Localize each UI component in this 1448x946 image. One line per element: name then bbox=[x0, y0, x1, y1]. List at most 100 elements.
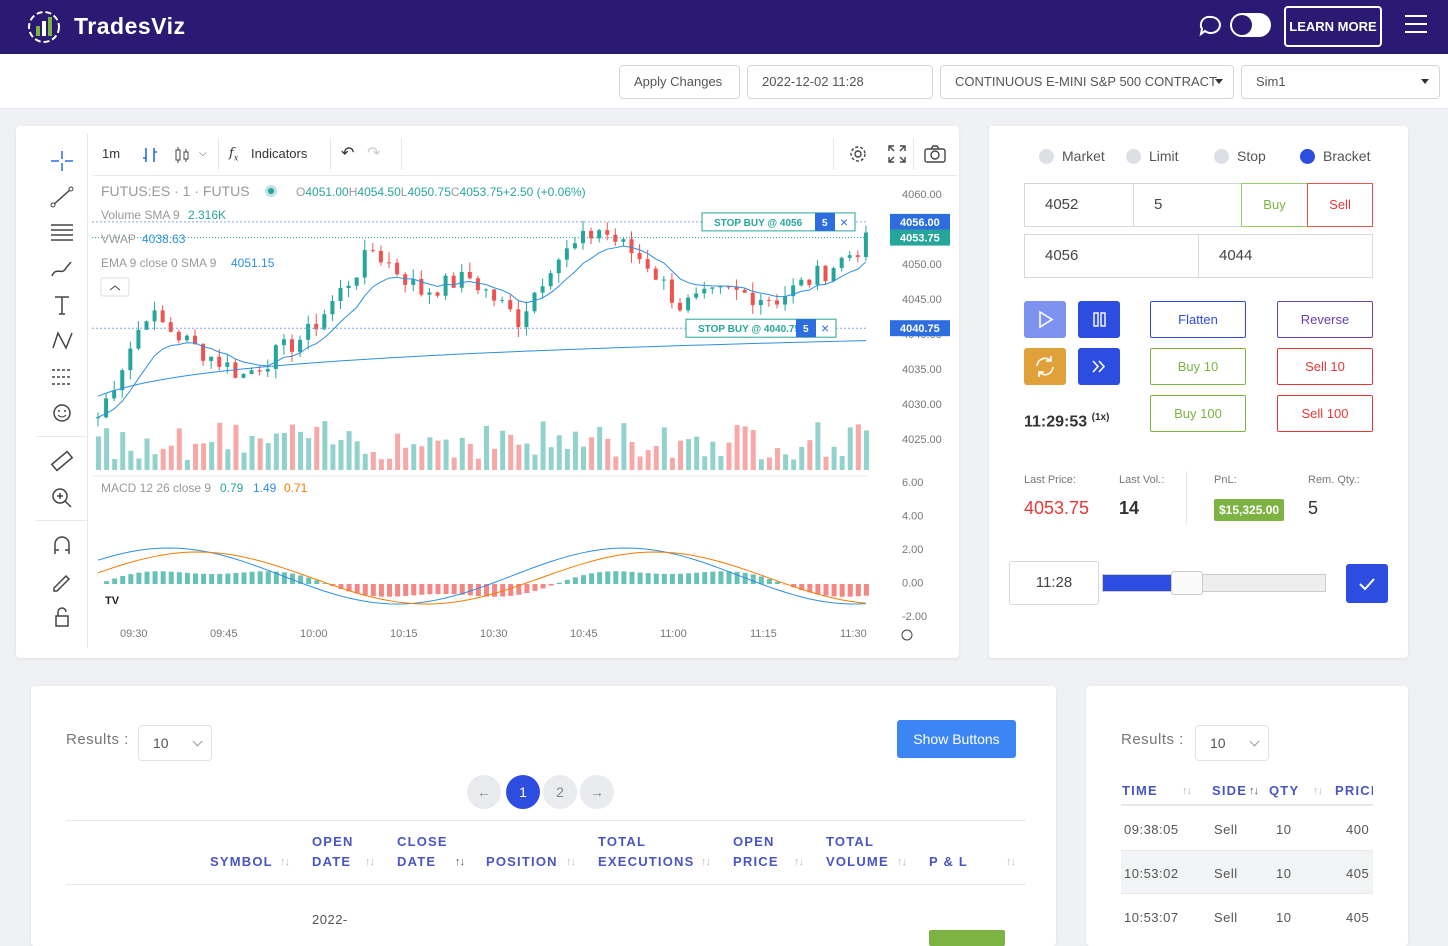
fib-retracement-icon[interactable] bbox=[48, 220, 76, 246]
next-page-button[interactable]: → bbox=[580, 775, 614, 809]
col-time[interactable]: TIME bbox=[1122, 781, 1158, 801]
contract-select[interactable]: CONTINUOUS E-MINI S&P 500 CONTRACT bbox=[940, 65, 1234, 99]
text-icon[interactable] bbox=[48, 292, 76, 318]
buy-100-button[interactable]: Buy 100 bbox=[1150, 395, 1246, 432]
ruler-icon[interactable] bbox=[48, 448, 76, 474]
prediction-icon[interactable] bbox=[48, 364, 76, 390]
lock-drawing-icon[interactable] bbox=[48, 568, 76, 594]
take-profit-input[interactable]: 4056 bbox=[1024, 234, 1199, 278]
sort-icon[interactable]: ↑↓ bbox=[365, 856, 375, 868]
tradingview-logo-icon: TV bbox=[105, 595, 120, 607]
reverse-button[interactable]: Reverse bbox=[1277, 301, 1373, 338]
sort-icon[interactable]: ↑↓ bbox=[455, 856, 465, 868]
col-side[interactable]: SIDE bbox=[1212, 781, 1247, 801]
sell-button[interactable]: Sell bbox=[1307, 183, 1373, 227]
slider-handle[interactable] bbox=[1171, 571, 1204, 595]
volume-bar bbox=[678, 440, 683, 470]
redo-icon[interactable]: ↷ bbox=[367, 134, 380, 174]
sort-icon[interactable]: ↑↓ bbox=[794, 856, 804, 868]
table-row[interactable]: 10:53:02 Sell 10 405 bbox=[1121, 850, 1373, 894]
magnet-icon[interactable] bbox=[48, 532, 76, 558]
price-input[interactable]: 4052 bbox=[1024, 183, 1134, 227]
sort-icon[interactable]: ↑↓ bbox=[1313, 785, 1323, 797]
page-2-button[interactable]: 2 bbox=[543, 775, 577, 809]
results-per-page-select[interactable]: 10 bbox=[1195, 725, 1269, 761]
sell-10-button[interactable]: Sell 10 bbox=[1277, 348, 1373, 385]
bar-style-icon[interactable] bbox=[141, 146, 159, 164]
chevron-down-icon[interactable]: ⌵ bbox=[199, 134, 207, 174]
apply-changes-button[interactable]: Apply Changes bbox=[619, 65, 740, 99]
candle-style-icon[interactable] bbox=[173, 146, 191, 164]
order-type-bracket[interactable]: Bracket bbox=[1300, 148, 1370, 164]
crosshair-icon[interactable] bbox=[48, 148, 76, 174]
brush-icon[interactable] bbox=[48, 256, 76, 282]
col-open-price[interactable]: OPEN PRICE bbox=[733, 832, 779, 872]
pause-button[interactable] bbox=[1078, 301, 1120, 338]
volume-bar bbox=[686, 439, 692, 470]
theme-toggle[interactable] bbox=[1230, 13, 1271, 37]
reset-button[interactable] bbox=[1024, 348, 1066, 385]
order-type-limit[interactable]: Limit bbox=[1126, 148, 1179, 164]
price-chart[interactable]: 4060.004055.004050.004045.004040.004035.… bbox=[92, 176, 962, 648]
confirm-time-button[interactable] bbox=[1346, 564, 1388, 603]
col-total-executions[interactable]: TOTAL EXECUTIONS bbox=[598, 832, 695, 872]
undo-icon[interactable]: ↶ bbox=[341, 134, 354, 174]
col-price[interactable]: PRICE bbox=[1335, 781, 1373, 801]
quantity-input[interactable]: 5 bbox=[1133, 183, 1242, 227]
sort-icon[interactable]: ↑↓ bbox=[280, 856, 290, 868]
flatten-button[interactable]: Flatten bbox=[1150, 301, 1246, 338]
price-axis-tick: 4030.00 bbox=[902, 399, 942, 411]
pattern-icon[interactable] bbox=[48, 328, 76, 354]
candle-body bbox=[484, 289, 488, 291]
col-qty[interactable]: QTY bbox=[1269, 781, 1299, 801]
buy-button[interactable]: Buy bbox=[1241, 183, 1308, 227]
brand-name[interactable]: TradesViz bbox=[74, 13, 185, 40]
camera-icon[interactable] bbox=[923, 144, 947, 164]
chat-icon[interactable] bbox=[1198, 14, 1222, 38]
col-close-date[interactable]: CLOSE DATE bbox=[397, 832, 448, 872]
col-total-volume[interactable]: TOTAL VOLUME bbox=[826, 832, 889, 872]
lock-icon[interactable] bbox=[48, 604, 76, 630]
learn-more-button[interactable]: LEARN MORE bbox=[1284, 6, 1382, 47]
macd-histogram-bar bbox=[726, 571, 732, 584]
buy-10-button[interactable]: Buy 10 bbox=[1150, 348, 1246, 385]
page-1-button[interactable]: 1 bbox=[506, 775, 540, 809]
results-per-page-select[interactable]: 10 bbox=[138, 725, 212, 761]
zoom-in-icon[interactable] bbox=[48, 484, 76, 510]
emoji-icon[interactable] bbox=[48, 400, 76, 426]
sort-icon[interactable]: ↑↓ bbox=[1006, 856, 1016, 868]
order-type-market[interactable]: Market bbox=[1039, 148, 1105, 164]
clock-value: 11:29:53 bbox=[1024, 413, 1088, 431]
sort-icon[interactable]: ↑↓ bbox=[566, 856, 576, 868]
col-open-date[interactable]: OPEN DATE bbox=[312, 832, 354, 872]
table-row[interactable]: 10:53:07 Sell 10 405 bbox=[1121, 894, 1373, 938]
candle-body bbox=[459, 271, 464, 288]
settings-gear-icon[interactable] bbox=[848, 144, 868, 164]
sort-icon[interactable]: ↑↓ bbox=[897, 856, 907, 868]
table-row[interactable]: 09:38:05 Sell 10 400 bbox=[1121, 806, 1373, 850]
order-type-stop[interactable]: Stop bbox=[1214, 148, 1266, 164]
fullscreen-icon[interactable] bbox=[888, 145, 906, 163]
play-button[interactable] bbox=[1024, 301, 1066, 338]
show-buttons-button[interactable]: Show Buttons bbox=[897, 720, 1016, 758]
col-position[interactable]: POSITION bbox=[486, 852, 558, 872]
col-symbol[interactable]: SYMBOL bbox=[210, 852, 273, 872]
trendline-icon[interactable] bbox=[48, 184, 76, 210]
time-slider[interactable] bbox=[1102, 571, 1326, 595]
datetime-input[interactable]: 2022-12-02 11:28 bbox=[747, 65, 933, 99]
time-input[interactable]: 11:28 bbox=[1009, 561, 1099, 605]
candle-body bbox=[387, 262, 391, 264]
account-select[interactable]: Sim1 bbox=[1241, 65, 1440, 99]
prev-page-button[interactable]: ← bbox=[467, 775, 501, 809]
interval-button[interactable]: 1m bbox=[102, 134, 120, 174]
col-pnl[interactable]: P & L bbox=[929, 852, 968, 872]
stop-loss-input[interactable]: 4044 bbox=[1198, 234, 1373, 278]
indicators-button[interactable]: Indicators bbox=[251, 134, 307, 174]
sort-icon[interactable]: ↑↓ bbox=[701, 856, 711, 868]
sell-100-button[interactable]: Sell 100 bbox=[1277, 395, 1373, 432]
sort-icon[interactable]: ↑↓ bbox=[1249, 785, 1259, 797]
fast-forward-button[interactable] bbox=[1078, 348, 1120, 385]
logo-icon[interactable] bbox=[26, 9, 62, 45]
sort-icon[interactable]: ↑↓ bbox=[1182, 785, 1192, 797]
menu-icon[interactable] bbox=[1405, 15, 1427, 39]
